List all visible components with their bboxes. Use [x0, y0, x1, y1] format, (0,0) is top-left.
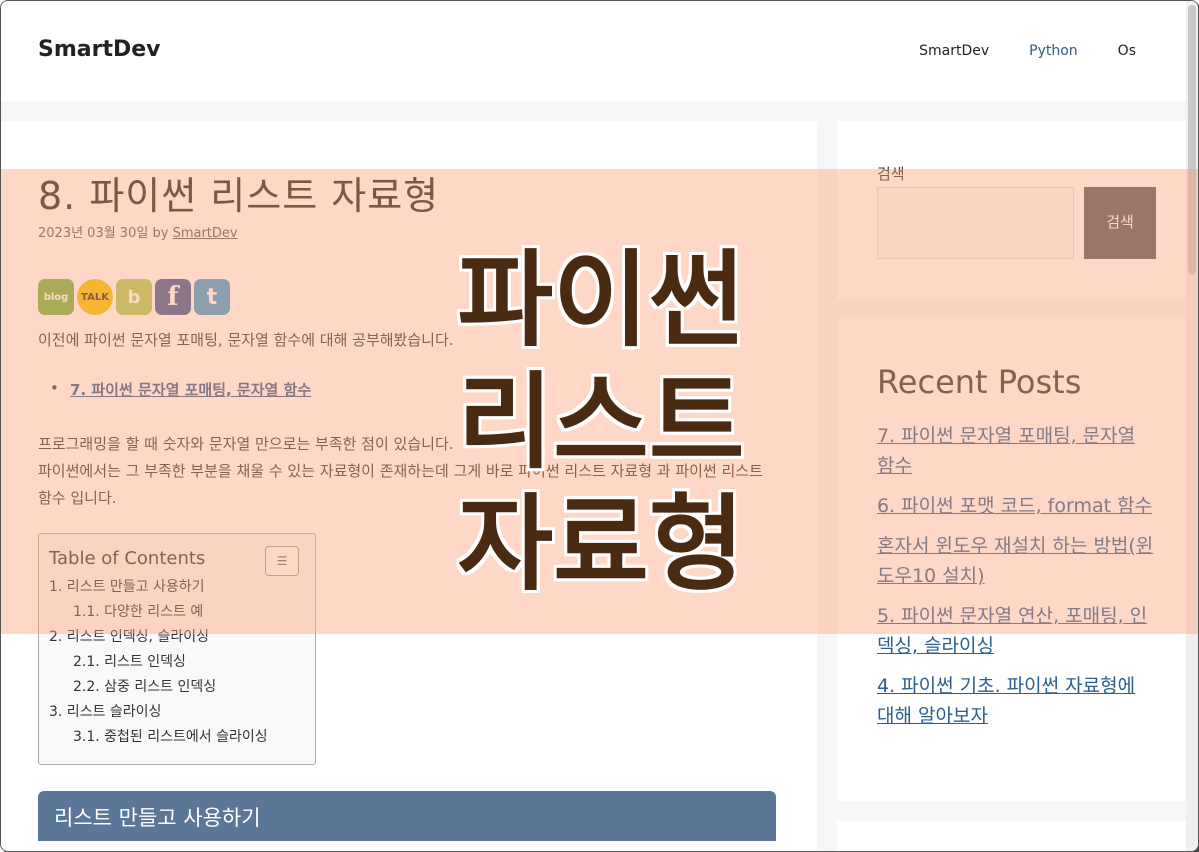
post-title: 8. 파이썬 리스트 자료형	[38, 174, 440, 218]
blog-share-icon[interactable]: blog	[38, 279, 74, 315]
overlay-line: 자료형	[457, 483, 745, 605]
nav-item-python[interactable]: Python	[1029, 43, 1078, 59]
toc-item[interactable]: 1. 리스트 만들고 사용하기	[49, 575, 305, 600]
scrollbar[interactable]	[1186, 1, 1198, 851]
recent-posts-list: 7. 파이썬 문자열 포매팅, 문자열 함수 6. 파이썬 포맷 코드, for…	[877, 421, 1157, 741]
intro-text: 이전에 파이썬 문자열 포매팅, 문자열 함수에 대해 공부해봤습니다.	[38, 331, 454, 349]
post-meta: 2023년 03월 30일 by SmartDev	[38, 222, 238, 241]
overlay-line: 파이썬	[457, 239, 745, 361]
facebook-share-icon[interactable]: f	[155, 279, 191, 315]
recent-post-link[interactable]: 혼자서 윈도우 재설치 하는 방법(윈도우10 설치)	[877, 535, 1153, 587]
table-of-contents: Table of Contents ☰ 1. 리스트 만들고 사용하기 1.1.…	[38, 533, 316, 765]
sidebar-widget	[837, 821, 1198, 851]
share-buttons: blog TALK b f t	[38, 279, 230, 315]
search-widget: 검색 검색	[837, 121, 1198, 299]
toc-list: 1. 리스트 만들고 사용하기 1.1. 다양한 리스트 예 2. 리스트 인덱…	[49, 575, 305, 750]
search-button[interactable]: 검색	[1084, 187, 1156, 259]
site-logo[interactable]: SmartDev	[38, 37, 161, 62]
toc-item[interactable]: 2.1. 리스트 인덱싱	[49, 650, 305, 675]
list-item: 4. 파이썬 기초. 파이썬 자료형에 대해 알아보자	[877, 671, 1157, 731]
recent-posts-title: Recent Posts	[877, 363, 1082, 401]
toc-item[interactable]: 1.1. 다양한 리스트 예	[49, 600, 305, 625]
kakaotalk-share-icon[interactable]: TALK	[77, 279, 113, 315]
search-input[interactable]	[877, 187, 1074, 259]
overlay-line: 리스트	[457, 361, 745, 483]
post-date: 2023년 03월 30일	[38, 226, 149, 241]
scrollbar-thumb[interactable]	[1188, 5, 1196, 275]
list-item: 혼자서 윈도우 재설치 하는 방법(윈도우10 설치)	[877, 531, 1157, 591]
band-share-icon[interactable]: b	[116, 279, 152, 315]
toc-item[interactable]: 3. 리스트 슬라이싱	[49, 700, 305, 725]
list-item: 5. 파이썬 문자열 연산, 포매팅, 인덱싱, 슬라이싱	[877, 601, 1157, 661]
nav-item-smartdev[interactable]: SmartDev	[919, 43, 989, 59]
prev-post-link[interactable]: 7. 파이썬 문자열 포매팅, 문자열 함수	[70, 381, 311, 399]
recent-post-link[interactable]: 5. 파이썬 문자열 연산, 포매팅, 인덱싱, 슬라이싱	[877, 605, 1147, 657]
toc-item[interactable]: 2. 리스트 인덱싱, 슬라이싱	[49, 625, 305, 650]
twitter-share-icon[interactable]: t	[194, 279, 230, 315]
overlay-title: 파이썬 리스트 자료형	[441, 239, 761, 605]
browser-frame: SmartDev SmartDev Python Os 8. 파이썬 리스트 자…	[0, 0, 1199, 852]
author-link[interactable]: SmartDev	[173, 226, 238, 241]
site-header: SmartDev SmartDev Python Os	[1, 1, 1198, 101]
main-nav: SmartDev Python Os	[919, 43, 1136, 59]
search-label: 검색	[877, 165, 905, 183]
list-item: 6. 파이썬 포맷 코드, format 함수	[877, 491, 1157, 521]
recent-post-link[interactable]: 4. 파이썬 기초. 파이썬 자료형에 대해 알아보자	[877, 675, 1135, 727]
toc-item[interactable]: 3.1. 중첩된 리스트에서 슬라이싱	[49, 725, 305, 750]
recent-post-link[interactable]: 7. 파이썬 문자열 포매팅, 문자열 함수	[877, 425, 1135, 477]
post-by: by	[152, 226, 169, 241]
list-icon: ☰	[276, 554, 288, 568]
list-item: 7. 파이썬 문자열 포매팅, 문자열 함수	[877, 421, 1157, 481]
section-heading: 리스트 만들고 사용하기	[38, 791, 776, 841]
nav-item-os[interactable]: Os	[1118, 43, 1136, 59]
recent-posts-widget: Recent Posts 7. 파이썬 문자열 포매팅, 문자열 함수 6. 파…	[837, 319, 1198, 801]
toc-item[interactable]: 2.2. 삼중 리스트 인덱싱	[49, 675, 305, 700]
toc-toggle-button[interactable]: ☰	[265, 546, 299, 576]
list-item: 7. 파이썬 문자열 포매팅, 문자열 함수	[50, 379, 311, 400]
recent-post-link[interactable]: 6. 파이썬 포맷 코드, format 함수	[877, 495, 1152, 517]
